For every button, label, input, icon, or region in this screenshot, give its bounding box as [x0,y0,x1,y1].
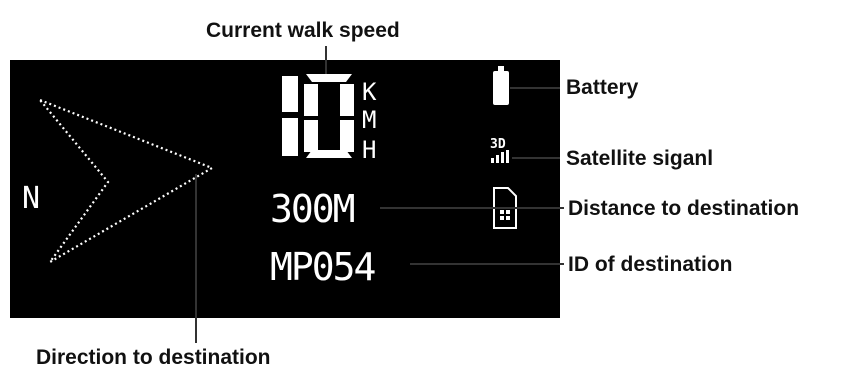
distance-callout: Distance to destination [568,197,800,220]
direction-callout: Direction to destination [36,346,271,369]
gps-fix-label: 3D [490,137,506,152]
battery-icon [493,66,509,105]
speed-unit-m: M [362,106,376,134]
speed-unit-k: K [362,78,377,106]
distance-value: 300M [270,187,355,231]
north-label: N [22,181,40,216]
speed-value: 10 [0,0,2,1]
speed-callout: Current walk speed [206,19,400,42]
gps-diagram: N 10 K M H 300M MP054 3D [0,0,564,343]
speed-unit-h: H [362,136,376,164]
satellite-callout: Satellite siganl [566,147,714,170]
battery-callout: Battery [566,76,639,99]
id-callout: ID of destination [568,253,733,276]
destination-id: MP054 [270,245,376,289]
